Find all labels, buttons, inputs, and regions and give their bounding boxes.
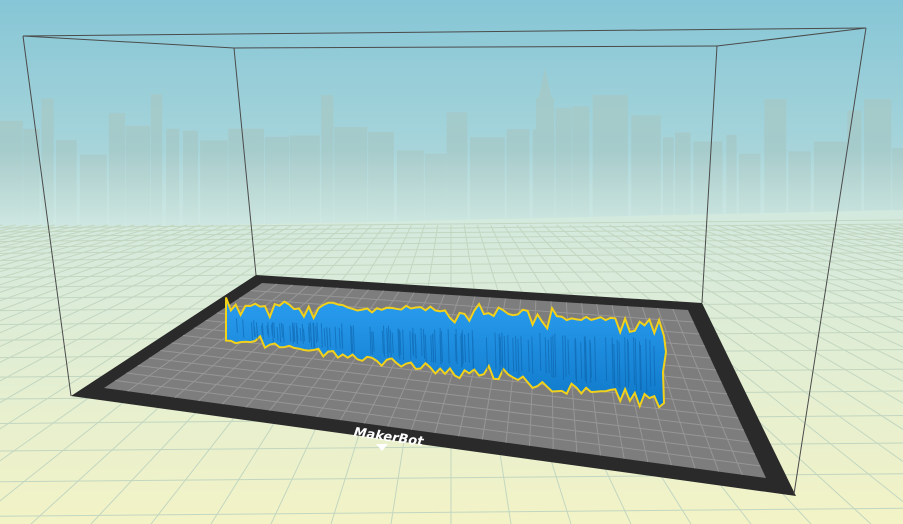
- build-viewport[interactable]: MakerBot: [0, 0, 903, 524]
- scene-3d[interactable]: MakerBot: [0, 0, 903, 524]
